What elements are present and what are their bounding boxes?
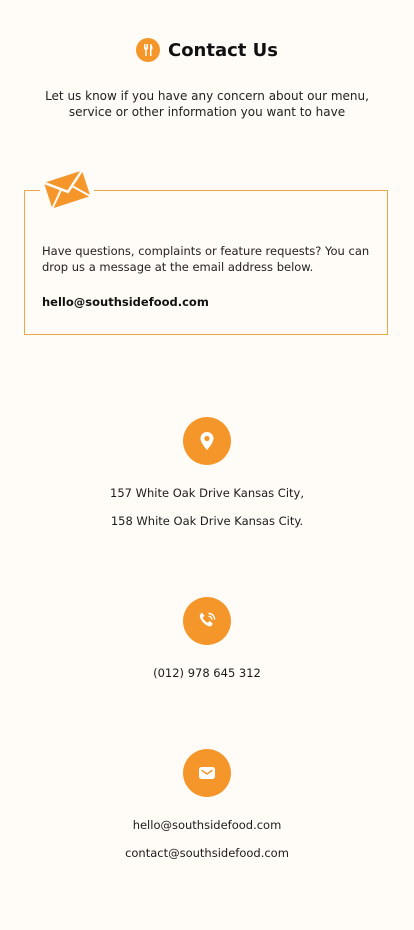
card-text: Have questions, complaints or feature re… bbox=[42, 244, 370, 274]
page-title: Contact Us bbox=[167, 39, 278, 61]
location-pin-icon bbox=[183, 417, 231, 465]
phone-icon bbox=[183, 597, 231, 645]
page-header: Contact Us bbox=[0, 38, 414, 62]
intro-text: Let us know if you have any concern abou… bbox=[45, 89, 369, 119]
address-line-2: 158 White Oak Drive Kansas City. bbox=[110, 514, 304, 528]
email-line-1[interactable]: hello@southsidefood.com bbox=[0, 818, 414, 832]
mail-icon bbox=[183, 749, 231, 797]
phone-number[interactable]: (012) 978 645 312 bbox=[0, 666, 414, 680]
email-line-2[interactable]: contact@southsidefood.com bbox=[0, 846, 414, 860]
card-email-link[interactable]: hello@southsidefood.com bbox=[42, 295, 209, 309]
envelope-icon bbox=[40, 166, 94, 212]
address-line-1: 157 White Oak Drive Kansas City, bbox=[110, 486, 304, 500]
fork-knife-icon bbox=[135, 38, 160, 62]
